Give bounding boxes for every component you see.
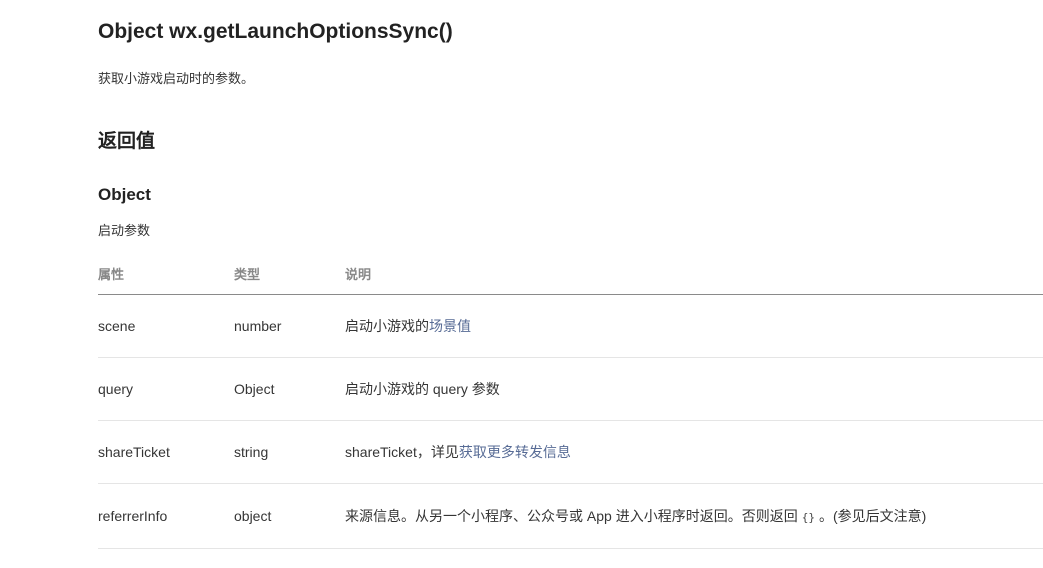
scene-value-link[interactable]: 场景值 — [429, 318, 471, 334]
table-header-row: 属性 类型 说明 — [98, 252, 1043, 295]
cell-type: string — [234, 420, 345, 484]
desc-text: shareTicket，详见 — [345, 444, 459, 460]
cell-property: shareTicket — [98, 420, 234, 484]
table-row: referrerInfo object 来源信息。从另一个小程序、公众号或 Ap… — [98, 483, 1043, 549]
header-type: 类型 — [234, 252, 345, 295]
cell-description: 启动小游戏的场景值 — [345, 294, 1043, 358]
object-description: 启动参数 — [98, 223, 151, 238]
api-description: 获取小游戏启动时的参数。 — [98, 71, 255, 86]
desc-suffix: 。(参见后文注意) — [818, 508, 927, 524]
cell-type: number — [234, 294, 345, 358]
desc-text: 启动小游戏的 — [345, 318, 429, 334]
cell-description: 来源信息。从另一个小程序、公众号或 App 进入小程序时返回。否则返回{} 。(参… — [345, 483, 1043, 549]
api-title: Object wx.getLaunchOptionsSync() — [98, 20, 453, 43]
cell-property: query — [98, 357, 234, 421]
cell-description: shareTicket，详见获取更多转发信息 — [345, 420, 1043, 484]
table-row: shareTicket string shareTicket，详见获取更多转发信… — [98, 420, 1043, 484]
return-value-heading: 返回值 — [98, 131, 156, 152]
share-info-link[interactable]: 获取更多转发信息 — [459, 444, 571, 460]
inline-code: {} — [801, 511, 815, 524]
cell-description: 启动小游戏的 query 参数 — [345, 357, 1043, 421]
object-heading: Object — [98, 185, 151, 204]
header-property: 属性 — [98, 252, 234, 295]
desc-text: 来源信息。从另一个小程序、公众号或 App 进入小程序时返回。否则返回 — [345, 508, 798, 524]
cell-property: scene — [98, 294, 234, 358]
cell-property: referrerInfo — [98, 483, 234, 549]
cell-type: object — [234, 483, 345, 549]
header-description: 说明 — [345, 252, 1043, 295]
cell-type: Object — [234, 357, 345, 421]
table-row: scene number 启动小游戏的场景值 — [98, 294, 1043, 358]
properties-table: 属性 类型 说明 scene number 启动小游戏的场景值 query Ob… — [98, 252, 1043, 549]
table-row: query Object 启动小游戏的 query 参数 — [98, 357, 1043, 421]
